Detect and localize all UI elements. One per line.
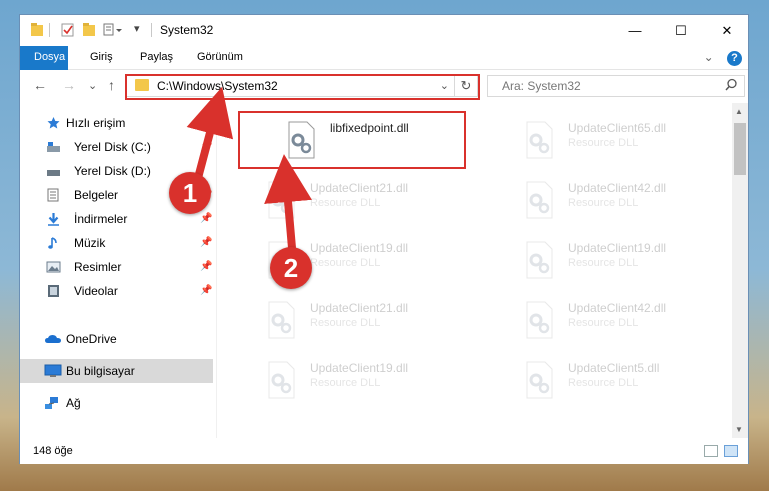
callout-1: 1 [169,172,211,214]
arrow-to-file [264,154,312,249]
callout-2: 2 [270,247,312,289]
arrow-to-address [186,86,234,180]
annotation-arrows [186,86,312,249]
